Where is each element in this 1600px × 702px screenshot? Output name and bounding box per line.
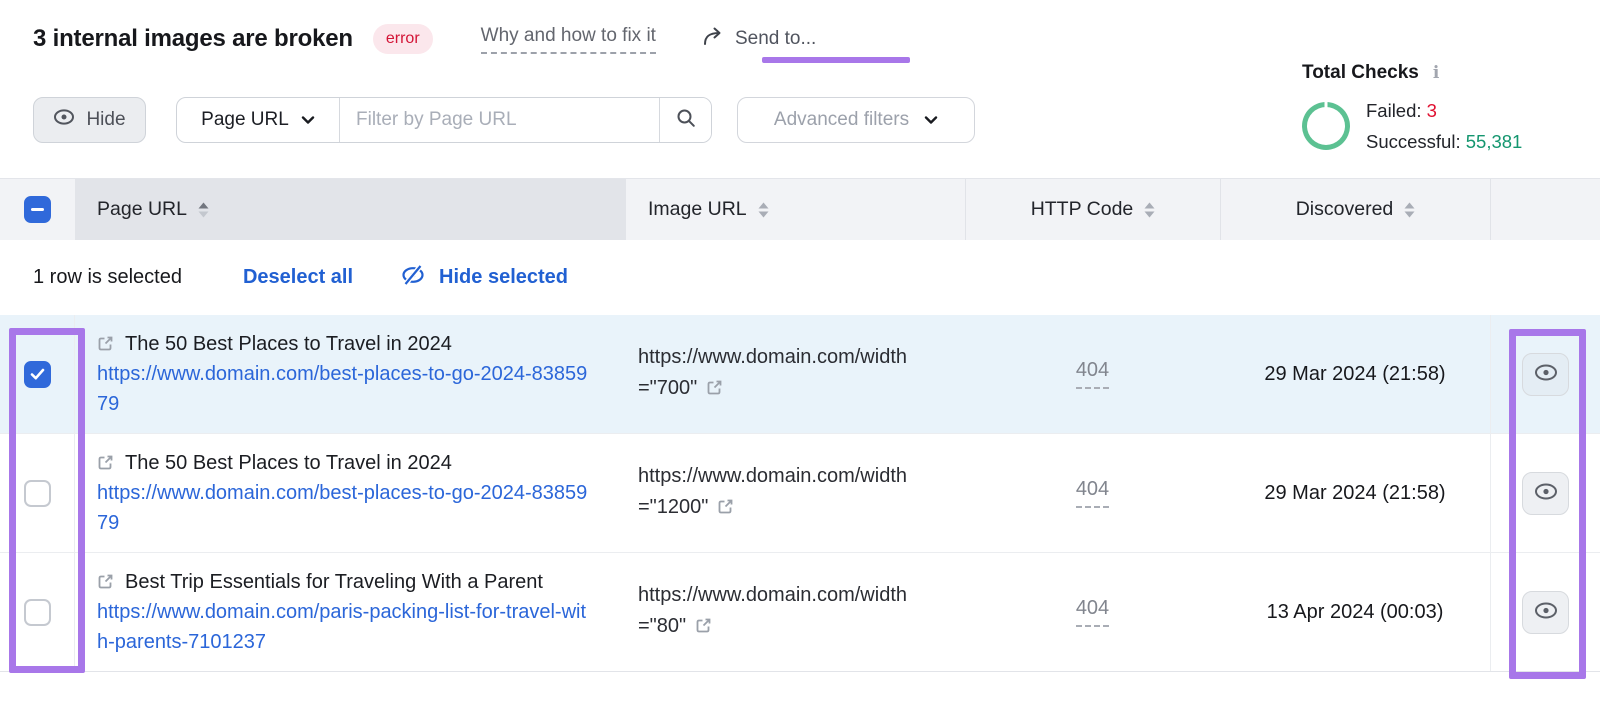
chevron-down-icon: [301, 109, 315, 131]
advanced-filters-label: Advanced filters: [773, 109, 910, 130]
discovered-date: 13 Apr 2024 (00:03): [1266, 600, 1444, 623]
external-link-icon: [97, 573, 114, 595]
eye-icon: [1534, 483, 1558, 503]
eye-icon: [53, 109, 75, 131]
total-checks-title: Total Checks: [1302, 62, 1419, 83]
page-url-link[interactable]: https://www.domain.com/best-places-to-go…: [97, 359, 597, 419]
info-icon[interactable]: i: [1433, 63, 1439, 83]
external-link-icon: [97, 335, 114, 357]
external-link-icon[interactable]: [717, 494, 734, 525]
page-title: 3 internal images are broken: [33, 25, 353, 52]
discovered-date: 29 Mar 2024 (21:58): [1264, 362, 1446, 385]
eye-icon: [1534, 602, 1558, 622]
hide-row-button[interactable]: [1522, 590, 1569, 634]
deselect-all-link[interactable]: Deselect all: [243, 266, 353, 289]
hide-selected-link[interactable]: Hide selected: [400, 263, 568, 291]
table-header-row: Page URL Image URL HTTP Code Discovered: [0, 178, 1600, 240]
why-how-to-fix-link[interactable]: Why and how to fix it: [480, 25, 656, 54]
external-link-icon[interactable]: [706, 375, 723, 406]
table-row: The 50 Best Places to Travel in 2024 htt…: [0, 433, 1600, 552]
sort-icon: [1404, 202, 1415, 217]
external-link-icon[interactable]: [695, 613, 712, 644]
checks-donut-chart: [1302, 102, 1350, 150]
column-header-image-url[interactable]: Image URL: [626, 179, 965, 240]
sort-icon: [1144, 202, 1155, 217]
hide-button-label: Hide: [86, 109, 126, 130]
eye-icon: [1534, 364, 1558, 384]
send-to-arrow-icon: [702, 27, 724, 52]
filter-field-label: Page URL: [201, 109, 289, 130]
filter-group: Page URL: [176, 97, 712, 143]
discovered-date: 29 Mar 2024 (21:58): [1264, 481, 1446, 504]
column-header-page-url[interactable]: Page URL: [75, 179, 626, 240]
row-checkbox[interactable]: [23, 479, 51, 507]
filter-search-input[interactable]: [340, 98, 659, 142]
selection-bar: 1 row is selected Deselect all Hide sele…: [0, 240, 1600, 315]
send-to-button[interactable]: Send to...: [702, 27, 816, 52]
eye-slash-icon: [400, 263, 426, 291]
hide-row-button[interactable]: [1522, 352, 1569, 396]
report-header: 3 internal images are broken error Why a…: [33, 24, 816, 54]
page-url-link[interactable]: https://www.domain.com/best-places-to-go…: [97, 478, 597, 538]
table-row: The 50 Best Places to Travel in 2024 htt…: [0, 315, 1600, 433]
select-all-checkbox[interactable]: [24, 196, 51, 223]
total-checks-widget: Total Checks i Failed: 3 Successful: 55,…: [1302, 62, 1522, 157]
page-title-text: The 50 Best Places to Travel in 2024: [125, 452, 452, 474]
broken-images-table: Page URL Image URL HTTP Code Discovered …: [0, 178, 1600, 672]
external-link-icon: [97, 454, 114, 476]
image-url: https://www.domain.com/width="80": [638, 580, 930, 644]
page-title-text: The 50 Best Places to Travel in 2024: [125, 333, 452, 355]
row-checkbox[interactable]: [23, 360, 51, 388]
hide-row-button[interactable]: [1522, 471, 1569, 515]
send-to-label: Send to...: [734, 28, 817, 49]
chevron-down-icon: [924, 109, 938, 131]
advanced-filters-button[interactable]: Advanced filters: [737, 97, 975, 143]
hide-button[interactable]: Hide: [33, 97, 146, 143]
image-url: https://www.domain.com/width="700": [638, 342, 930, 406]
http-code[interactable]: 404: [1075, 359, 1110, 389]
sort-icon: [198, 202, 209, 217]
table-row: Best Trip Essentials for Traveling With …: [0, 552, 1600, 671]
failed-stat: Failed: 3: [1366, 100, 1437, 121]
successful-count: 55,381: [1465, 131, 1523, 152]
page-title-text: Best Trip Essentials for Traveling With …: [125, 571, 543, 593]
column-header-discovered[interactable]: Discovered: [1220, 179, 1490, 240]
filter-field-dropdown[interactable]: Page URL: [177, 98, 340, 142]
failed-count: 3: [1426, 100, 1437, 121]
http-code[interactable]: 404: [1075, 597, 1110, 627]
selection-count: 1 row is selected: [33, 266, 182, 288]
annotation-underline-send-to: [762, 57, 910, 63]
table-body: The 50 Best Places to Travel in 2024 htt…: [0, 315, 1600, 672]
successful-stat: Successful: 55,381: [1366, 131, 1523, 152]
image-url: https://www.domain.com/width="1200": [638, 461, 930, 525]
column-header-http-code[interactable]: HTTP Code: [965, 179, 1220, 240]
search-button[interactable]: [659, 98, 711, 142]
page-url-link[interactable]: https://www.domain.com/paris-packing-lis…: [97, 597, 597, 657]
error-badge: error: [372, 24, 433, 54]
filter-bar: Hide Page URL Advanced filters: [33, 97, 975, 143]
http-code[interactable]: 404: [1075, 478, 1110, 508]
sort-icon: [758, 202, 769, 217]
row-checkbox[interactable]: [23, 598, 51, 626]
search-icon: [676, 108, 696, 133]
